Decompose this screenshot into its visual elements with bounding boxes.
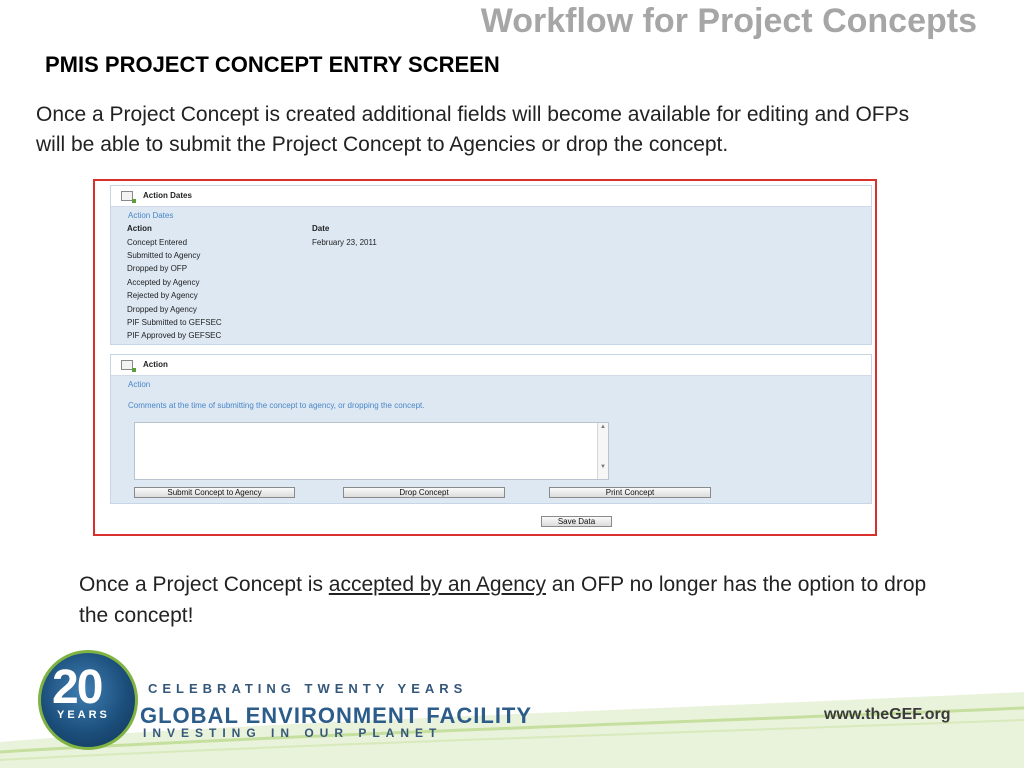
collapse-panel-icon[interactable] [121, 191, 136, 203]
comment-field-label: Comments at the time of submitting the c… [128, 401, 425, 410]
row-action: Accepted by Agency [127, 277, 200, 287]
textarea-scrollbar[interactable]: ▲ ▼ [597, 423, 608, 479]
note-text-before: Once a Project Concept is [79, 573, 329, 596]
row-action: Dropped by Agency [127, 304, 197, 314]
table-row: Dropped by OFP [127, 262, 871, 275]
action-dates-header-label: Action Dates [143, 191, 192, 200]
table-row: Accepted by Agency [127, 276, 871, 289]
action-section-label: Action [128, 380, 151, 389]
row-action: PIF Submitted to GEFSEC [127, 317, 222, 327]
logo-number: 20 [52, 661, 103, 714]
row-action: PIF Approved by GEFSEC [127, 331, 222, 341]
intro-text: Once a Project Concept is created additi… [36, 103, 910, 156]
action-panel-header[interactable]: Action [111, 355, 871, 376]
action-dates-panel: Action Dates Action Dates Action Date Co… [110, 185, 872, 345]
table-header-row: Action Date [127, 222, 871, 235]
screenshot-frame: Action Dates Action Dates Action Date Co… [93, 179, 877, 536]
row-date: February 23, 2011 [312, 237, 377, 247]
comment-textarea[interactable]: ▲ ▼ [134, 422, 609, 480]
slide-title: Workflow for Project Concepts [480, 2, 977, 40]
table-row: PIF Submitted to GEFSEC [127, 316, 871, 329]
drop-concept-button[interactable]: Drop Concept [343, 487, 505, 498]
collapse-panel-icon[interactable] [121, 360, 136, 372]
action-panel: Action Action Comments at the time of su… [110, 354, 872, 504]
table-row: Dropped by Agency [127, 302, 871, 315]
website-url[interactable]: www.theGEF.org [824, 706, 951, 724]
table-row: Rejected by Agency [127, 289, 871, 302]
column-header-action: Action [127, 224, 152, 234]
row-action: Rejected by Agency [127, 291, 198, 301]
table-row: Concept Entered February 23, 2011 [127, 235, 871, 248]
celebrating-text: CELEBRATING TWENTY YEARS [148, 681, 468, 696]
tagline: INVESTING IN OUR PLANET [143, 726, 443, 740]
slide-subtitle: PMIS PROJECT CONCEPT ENTRY SCREEN [45, 52, 500, 77]
column-header-date: Date [312, 224, 330, 234]
logo-years-label: YEARS [57, 709, 110, 721]
table-row: PIF Approved by GEFSEC [127, 329, 871, 342]
action-dates-table: Action Date Concept Entered February 23,… [127, 222, 871, 343]
row-action: Submitted to Agency [127, 250, 201, 260]
row-action: Concept Entered [127, 237, 188, 247]
table-row: Submitted to Agency [127, 249, 871, 262]
print-concept-button[interactable]: Print Concept [549, 487, 711, 498]
note-text: Once a Project Concept is accepted by an… [79, 569, 959, 631]
submit-concept-button[interactable]: Submit Concept to Agency [134, 487, 295, 498]
note-highlight: accepted by an Agency [328, 573, 546, 596]
row-action: Dropped by OFP [127, 264, 188, 274]
action-header-label: Action [143, 360, 168, 369]
action-dates-panel-header[interactable]: Action Dates [111, 186, 871, 207]
save-data-button[interactable]: Save Data [541, 516, 612, 527]
action-dates-section-label: Action Dates [128, 211, 174, 220]
